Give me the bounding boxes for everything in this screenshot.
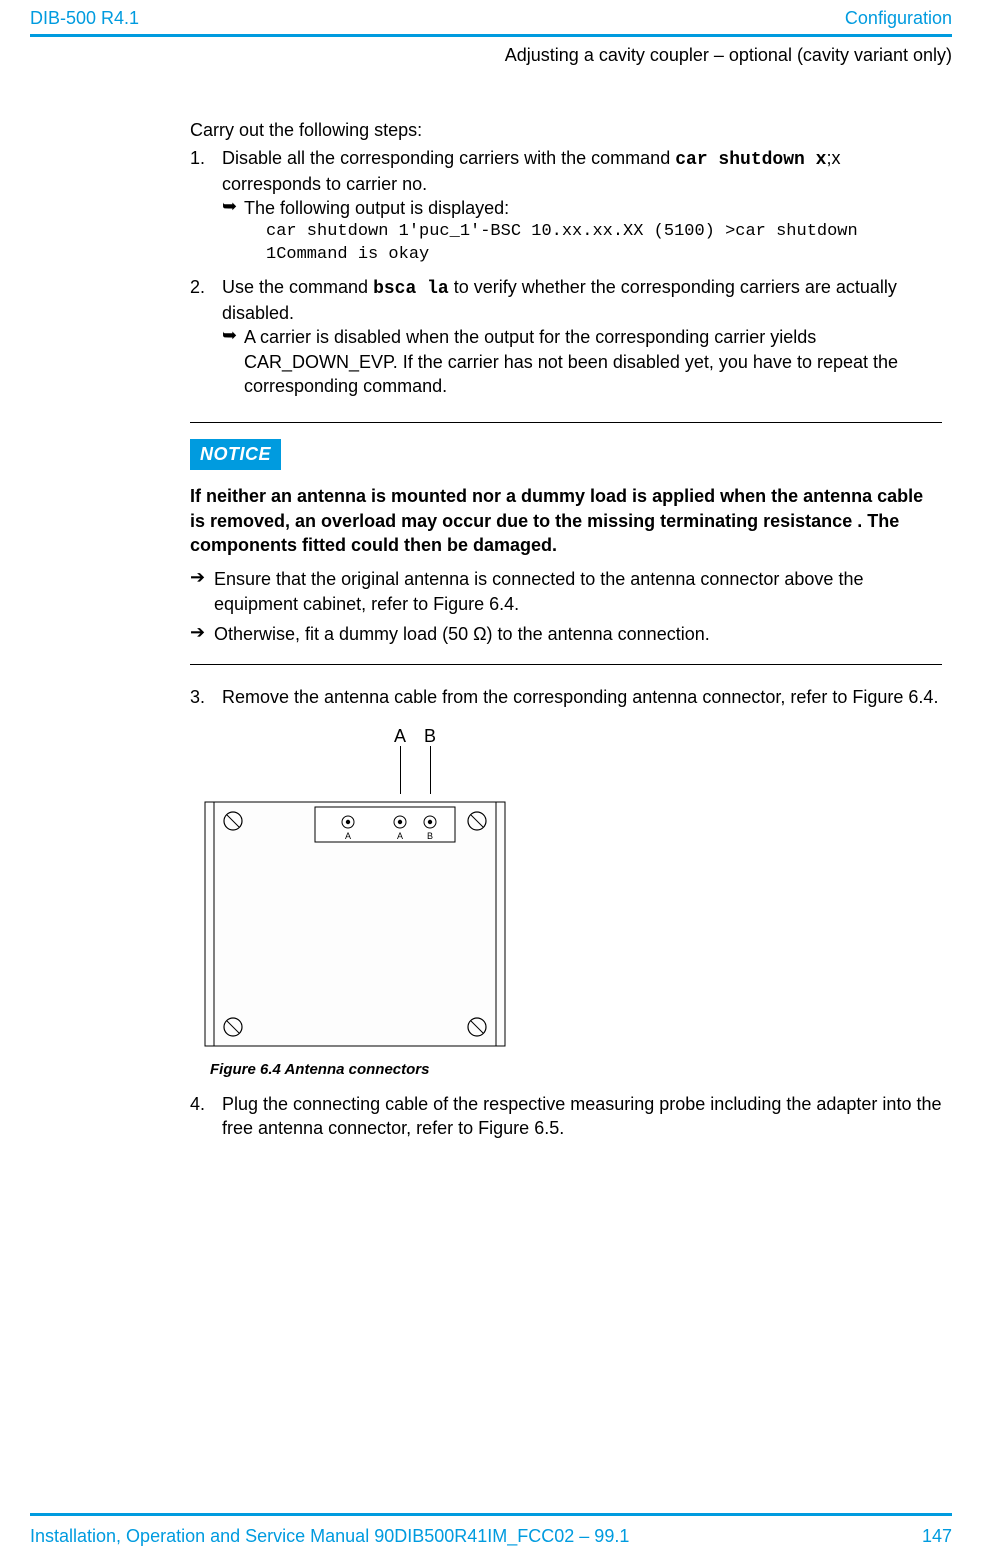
leader-line-a [400, 746, 401, 794]
arrow-icon: ➥ [222, 325, 244, 398]
step-2-marker: 2. [190, 275, 222, 402]
step-3-marker: 3. [190, 685, 222, 709]
leader-line-b [430, 746, 431, 794]
step-2-text-a: Use the command [222, 277, 373, 297]
page-header: DIB-500 R4.1 Configuration [30, 0, 952, 30]
step-1-body: Disable all the corresponding carriers w… [222, 146, 942, 271]
figure-label-b: B [424, 724, 436, 748]
header-product: DIB-500 R4.1 [30, 6, 139, 30]
step-2: 2. Use the command bsca la to verify whe… [190, 275, 942, 402]
arrow-right-icon: ➔ [190, 622, 214, 646]
step-1-output-label: The following output is displayed: [244, 198, 509, 218]
figure-label-a: A [394, 724, 406, 748]
notice-bullet-1-text: Ensure that the original antenna is conn… [214, 567, 942, 616]
header-subtitle: Adjusting a cavity coupler – optional (c… [30, 43, 952, 67]
step-1-code-line-1: car shutdown 1'puc_1'-BSC 10.xx.xx.XX (5… [266, 221, 942, 244]
footer-rule [30, 1513, 952, 1516]
step-1-marker: 1. [190, 146, 222, 271]
step-3: 3. Remove the antenna cable from the cor… [190, 685, 942, 709]
page-footer: Installation, Operation and Service Manu… [0, 1513, 982, 1558]
figure-6-4: A B [190, 724, 942, 1080]
step-1-text-a: Disable all the corresponding carriers w… [222, 148, 675, 168]
step-2-body: Use the command bsca la to verify whethe… [222, 275, 942, 402]
panel-label-ab-a: A [397, 831, 403, 841]
footer-doc-id: Installation, Operation and Service Manu… [30, 1524, 629, 1548]
step-1-cmd: car shutdown x [675, 150, 826, 170]
arrow-icon: ➥ [222, 196, 244, 266]
step-3-text: Remove the antenna cable from the corres… [222, 685, 942, 709]
step-2-cmd: bsca la [373, 279, 449, 299]
step-4: 4. Plug the connecting cable of the resp… [190, 1092, 942, 1141]
step-2-result: ➥ A carrier is disabled when the output … [222, 325, 942, 398]
header-rule [30, 34, 952, 37]
notice-text: If neither an antenna is mounted nor a d… [190, 484, 942, 557]
notice-top-rule [190, 422, 942, 423]
notice-bottom-rule [190, 664, 942, 665]
figure-caption: Figure 6.4 Antenna connectors [210, 1060, 942, 1080]
arrow-right-icon: ➔ [190, 567, 214, 616]
footer-page-number: 147 [922, 1524, 952, 1548]
panel-label-ab-b: B [427, 831, 433, 841]
header-section: Configuration [845, 6, 952, 30]
antenna-connector-diagram: A A B [190, 794, 520, 1054]
step-1-code-line-2: 1Command is okay [266, 244, 942, 267]
intro-text: Carry out the following steps: [190, 118, 942, 142]
step-2-result-text: A carrier is disabled when the output fo… [244, 325, 942, 398]
panel-label-a: A [345, 831, 351, 841]
step-1: 1. Disable all the corresponding carrier… [190, 146, 942, 271]
notice-bullet-2-text: Otherwise, fit a dummy load (50 Ω) to th… [214, 622, 942, 646]
notice-badge: NOTICE [190, 439, 281, 470]
step-4-marker: 4. [190, 1092, 222, 1141]
notice-bullet-2: ➔ Otherwise, fit a dummy load (50 Ω) to … [190, 622, 942, 646]
step-1-output: ➥ The following output is displayed: car… [222, 196, 942, 266]
content-area: Carry out the following steps: 1. Disabl… [190, 118, 942, 1141]
notice-bullet-1: ➔ Ensure that the original antenna is co… [190, 567, 942, 616]
step-4-text: Plug the connecting cable of the respect… [222, 1092, 942, 1141]
